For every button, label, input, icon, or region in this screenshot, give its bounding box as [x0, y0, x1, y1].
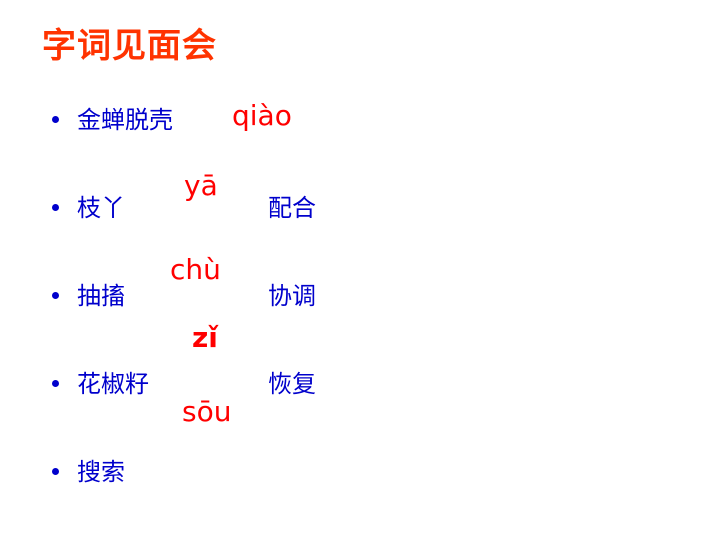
- bullet-icon: [52, 379, 59, 387]
- list-item: 金蝉脱壳: [52, 104, 173, 136]
- bullet-icon: [52, 203, 59, 211]
- list-item: 抽搐: [52, 280, 125, 312]
- list-item-text: 搜索: [77, 458, 125, 486]
- list-item: 花椒籽: [52, 368, 149, 400]
- list-item-text: 枝丫: [77, 194, 125, 222]
- pinyin-annotation: zǐ: [192, 321, 218, 354]
- word-item: 恢复: [268, 370, 316, 398]
- word-item: 配合: [268, 194, 316, 222]
- bullet-icon: [52, 467, 59, 475]
- bullet-icon: [52, 291, 59, 299]
- list-item: 搜索: [52, 456, 125, 488]
- bullet-icon: [52, 115, 59, 123]
- list-item-text: 花椒籽: [77, 370, 149, 398]
- pinyin-annotation: sōu: [182, 395, 232, 428]
- list-item-text: 抽搐: [77, 282, 125, 310]
- word-item: 协调: [268, 282, 316, 310]
- pinyin-annotation: qiào: [232, 99, 292, 132]
- pinyin-annotation: yā: [184, 169, 218, 202]
- list-item-text: 金蝉脱壳: [77, 106, 173, 134]
- slide-title: 字词见面会: [42, 26, 217, 66]
- pinyin-annotation: chù: [170, 253, 221, 286]
- list-item: 枝丫: [52, 192, 125, 224]
